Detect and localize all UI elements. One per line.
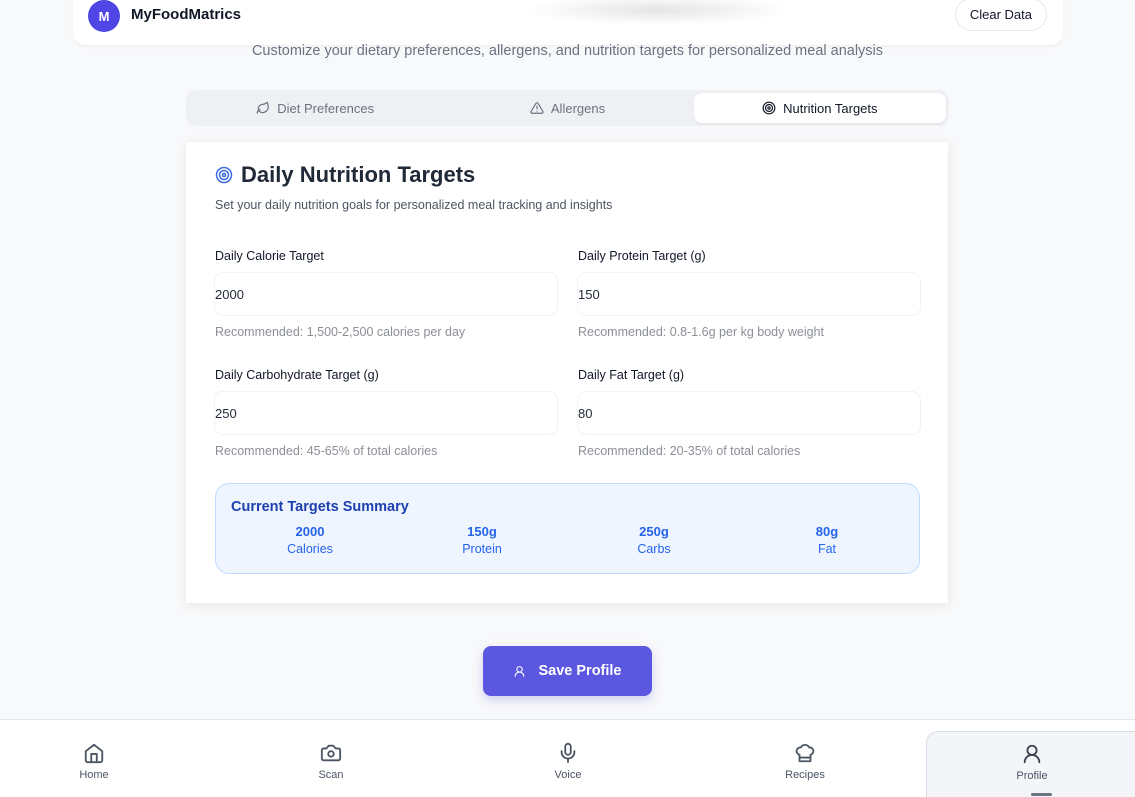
- summary-item-fat: 80g Fat: [767, 524, 887, 556]
- summary-value: 150g: [467, 524, 497, 539]
- nav-label: Voice: [554, 769, 582, 781]
- clear-data-button[interactable]: Clear Data: [954, 0, 1047, 31]
- chef-hat-icon: [795, 743, 815, 763]
- tab-label: Allergens: [550, 100, 606, 116]
- summary-label: Fat: [817, 542, 837, 556]
- warning-icon: [530, 102, 544, 114]
- summary-item-protein: 150g Protein: [422, 524, 542, 556]
- target-icon: [762, 101, 776, 115]
- card-title: Daily Nutrition Targets: [215, 162, 475, 188]
- nutrition-targets-card: Daily Nutrition Targets Set your daily n…: [186, 142, 948, 603]
- nav-label: Recipes: [785, 769, 825, 781]
- summary-title: Current Targets Summary: [231, 499, 409, 515]
- user-icon: [515, 665, 525, 677]
- summary-value: 250g: [639, 524, 669, 539]
- bottom-navigation: Home Scan Voice Recipes Profile: [0, 719, 1135, 797]
- microphone-icon: [560, 742, 576, 764]
- tab-label: Nutrition Targets: [783, 100, 878, 116]
- nav-voice[interactable]: Voice: [508, 720, 628, 797]
- carbohydrate-hint: Recommended: 45-65% of total calories: [215, 444, 438, 458]
- protein-field: Daily Protein Target (g) 150 Recommended…: [578, 249, 920, 339]
- nav-scan[interactable]: Scan: [271, 720, 391, 797]
- nav-home[interactable]: Home: [34, 720, 154, 797]
- save-profile-button[interactable]: Save Profile: [483, 646, 652, 696]
- app-logo[interactable]: M: [88, 0, 120, 32]
- card-description: Set your daily nutrition goals for perso…: [215, 198, 613, 212]
- camera-icon: [320, 744, 342, 762]
- tab-allergens[interactable]: Allergens: [441, 93, 693, 123]
- page-subtitle: Customize your dietary preferences, alle…: [251, 43, 884, 59]
- leaf-icon: [256, 101, 270, 114]
- fat-input[interactable]: 80: [578, 392, 920, 434]
- header-blur-decoration: [523, 0, 793, 25]
- summary-item-calories: 2000 Calories: [250, 524, 370, 556]
- summary-label: Carbs: [637, 542, 671, 556]
- save-profile-label: Save Profile: [538, 663, 622, 679]
- summary-label: Calories: [287, 542, 333, 556]
- fat-label: Daily Fat Target (g): [578, 368, 685, 382]
- user-icon: [1023, 744, 1041, 764]
- calorie-field: Daily Calorie Target 2000 Recommended: 1…: [215, 249, 557, 339]
- nav-recipes[interactable]: Recipes: [745, 720, 865, 797]
- calorie-label: Daily Calorie Target: [215, 249, 324, 263]
- active-nav-indicator: [1031, 793, 1052, 796]
- app-header: M MyFoodMatrics Clear Data: [73, 0, 1063, 45]
- protein-input[interactable]: 150: [578, 273, 920, 315]
- calorie-input[interactable]: 2000: [215, 273, 557, 315]
- nav-label: Scan: [318, 769, 344, 781]
- nav-profile[interactable]: Profile: [926, 731, 1135, 797]
- protein-hint: Recommended: 0.8-1.6g per kg body weight: [578, 325, 824, 339]
- nav-label: Home: [79, 769, 109, 781]
- calorie-hint: Recommended: 1,500-2,500 calories per da…: [215, 325, 466, 339]
- profile-tabs: Diet Preferences Allergens Nutrition Tar…: [186, 90, 949, 126]
- carbohydrate-field: Daily Carbohydrate Target (g) 250 Recomm…: [215, 368, 557, 458]
- target-icon: [215, 166, 233, 184]
- fat-hint: Recommended: 20-35% of total calories: [578, 444, 801, 458]
- tab-nutrition-targets[interactable]: Nutrition Targets: [693, 93, 946, 123]
- carbohydrate-label: Daily Carbohydrate Target (g): [215, 368, 379, 382]
- carbohydrate-input[interactable]: 250: [215, 392, 557, 434]
- tab-label: Diet Preferences: [277, 100, 375, 116]
- summary-value: 80g: [815, 524, 839, 539]
- nav-label: Profile: [1016, 770, 1048, 782]
- fat-field: Daily Fat Target (g) 80 Recommended: 20-…: [578, 368, 920, 458]
- summary-item-carbs: 250g Carbs: [594, 524, 714, 556]
- summary-label: Protein: [462, 542, 502, 556]
- card-title-text: Daily Nutrition Targets: [241, 162, 476, 187]
- tab-diet-preferences[interactable]: Diet Preferences: [189, 93, 441, 123]
- targets-summary: Current Targets Summary 2000 Calories 15…: [215, 483, 920, 574]
- home-icon: [84, 743, 104, 764]
- summary-value: 2000: [295, 524, 325, 539]
- app-title: MyFoodMatrics: [131, 6, 242, 23]
- protein-label: Daily Protein Target (g): [578, 249, 706, 263]
